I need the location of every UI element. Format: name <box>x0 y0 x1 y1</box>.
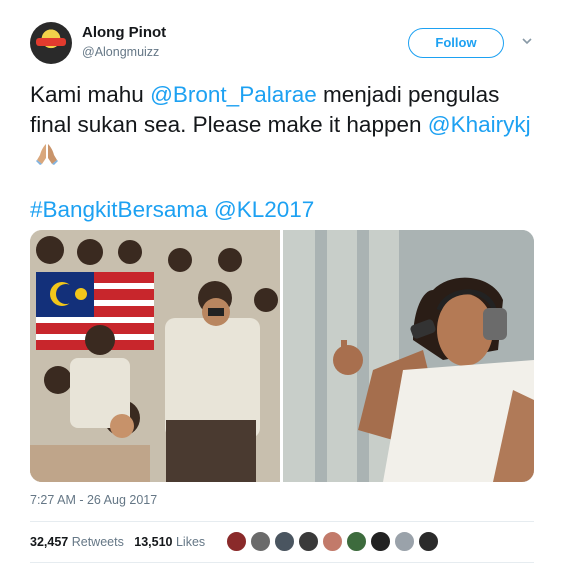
liker-avatar[interactable] <box>394 531 415 552</box>
folded-hands-icon <box>34 142 60 166</box>
hashtags-line: #BangkitBersama @KL2017 <box>30 196 314 224</box>
engagement-stats: 32,457 Retweets 13,510 Likes <box>30 535 205 549</box>
mention-link[interactable]: @KL2017 <box>214 197 314 222</box>
mention-link[interactable]: @Khairykj <box>428 112 531 137</box>
author-handle[interactable]: @Alongmuizz <box>82 45 159 59</box>
follow-button[interactable]: Follow <box>408 28 504 58</box>
chevron-down-icon[interactable] <box>520 34 534 48</box>
likes-label[interactable]: Likes <box>176 535 205 549</box>
liker-avatars <box>226 531 442 553</box>
liker-avatar[interactable] <box>418 531 439 552</box>
liker-avatar[interactable] <box>274 531 295 552</box>
liker-avatar[interactable] <box>250 531 271 552</box>
likes-count[interactable]: 13,510 <box>134 535 172 549</box>
divider <box>30 521 534 522</box>
tweet-text-part: Kami mahu <box>30 82 151 107</box>
author-name[interactable]: Along Pinot <box>82 24 166 41</box>
retweets-label[interactable]: Retweets <box>72 535 124 549</box>
tweet-timestamp[interactable]: 7:27 AM - 26 Aug 2017 <box>30 493 157 507</box>
crowd-with-malaysian-flag-photo[interactable] <box>30 230 280 482</box>
retweets-count[interactable]: 32,457 <box>30 535 68 549</box>
user-avatar[interactable] <box>30 22 72 64</box>
liker-avatar[interactable] <box>370 531 391 552</box>
tweet-text: Kami mahu @Bront_Palarae menjadi pengula… <box>30 80 540 170</box>
liker-avatar[interactable] <box>298 531 319 552</box>
divider <box>30 562 534 563</box>
hashtag-link[interactable]: #BangkitBersama <box>30 197 208 222</box>
liker-avatar[interactable] <box>322 531 343 552</box>
commentator-with-microphone-photo[interactable] <box>283 230 534 482</box>
mention-link[interactable]: @Bront_Palarae <box>150 82 317 107</box>
liker-avatar[interactable] <box>226 531 247 552</box>
liker-avatar[interactable] <box>346 531 367 552</box>
